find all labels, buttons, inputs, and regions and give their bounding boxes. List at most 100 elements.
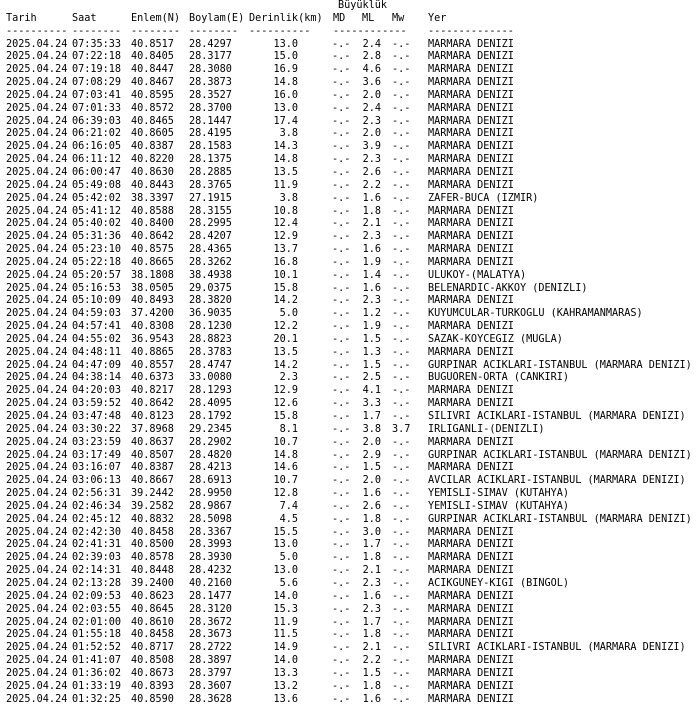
longitude-cell: 28.8823 [189,333,232,345]
md-magnitude-cell: -.- [332,192,351,204]
time-cell: 01:36:02 [72,667,122,679]
time-cell: 06:39:03 [72,115,122,127]
time-cell: 06:16:05 [72,141,122,153]
md-magnitude-cell: -.- [332,398,351,410]
depth-cell: 11.9 [273,616,298,628]
md-magnitude-cell: -.- [332,526,351,538]
longitude-cell: 28.3672 [189,616,232,628]
ml-magnitude-cell: 2.1 [362,218,381,230]
depth-cell: 14.3 [273,141,298,153]
latitude-cell: 40.8623 [131,590,174,602]
longitude-cell: 28.3700 [189,102,232,114]
table-row: 2025.04.24 05:31:36 40.8642 28.4207 12.9 -.- 2… [6,231,514,244]
mw-magnitude-cell: -.- [392,102,411,114]
date-cell: 2025.04.24 [6,295,68,307]
location-cell: MARMARA DENIZI [428,565,514,577]
mw-magnitude-cell: -.- [392,179,411,191]
latitude-cell: 40.8595 [131,89,174,101]
ml-magnitude-cell: 1.6 [362,590,381,602]
time-cell: 03:47:48 [72,411,122,422]
latitude-cell: 40.8508 [131,655,174,667]
ml-magnitude-cell: 1.5 [362,333,381,345]
time-cell: 07:35:33 [72,38,122,50]
location-column-header: Yer [428,12,447,24]
table-row: 2025.04.24 07:22:18 40.8405 28.3177 15.0 -.- 2… [6,51,514,64]
location-cell: GURPINAR ACIKLARI-ISTANBUL (MARMARA DENI… [428,513,692,525]
latitude-cell: 40.8467 [131,77,174,89]
date-cell: 2025.04.24 [6,411,68,422]
ml-magnitude-cell: 2.1 [362,565,381,577]
date-cell: 2025.04.24 [6,539,68,551]
time-cell: 04:59:03 [72,308,122,320]
table-row: 2025.04.24 07:01:33 40.8572 28.3700 13.0 -.- 2… [6,103,514,116]
table-row: 2025.04.24 03:16:07 40.8387 28.4213 14.6 -.- 1… [6,462,514,475]
ml-column-header: ML [362,12,375,24]
ml-magnitude-cell: 1.5 [362,359,381,371]
location-cell: MARMARA DENIZI [428,603,514,615]
latitude-cell: 40.8387 [131,462,174,474]
date-cell: 2025.04.24 [6,269,68,281]
depth-cell: 2.3 [279,372,298,384]
latitude-cell: 40.8507 [131,449,174,461]
latitude-cell: 40.8588 [131,205,174,217]
time-cell: 02:14:31 [72,565,122,577]
ml-magnitude-cell: 2.0 [362,128,381,140]
time-cell: 04:55:02 [72,333,122,345]
md-magnitude-cell: -.- [332,231,351,243]
mw-magnitude-cell: -.- [392,231,411,243]
location-cell: SILIVRI ACIKLARI-ISTANBUL (MARMARA DENIZ… [428,642,686,654]
depth-cell: 12.8 [273,488,298,500]
location-cell: MARMARA DENIZI [428,128,514,140]
date-cell: 2025.04.24 [6,192,68,204]
latitude-cell: 40.8642 [131,231,174,243]
longitude-separator: -------- [189,25,239,37]
table-row: 2025.04.24 03:59:52 40.8642 28.4095 12.6 -.- 3… [6,398,514,411]
mw-magnitude-cell: -.- [392,603,411,615]
ml-magnitude-cell: 1.6 [362,282,381,294]
date-cell: 2025.04.24 [6,89,68,101]
latitude-cell: 40.8500 [131,539,174,551]
md-magnitude-cell: -.- [332,629,351,641]
longitude-cell: 40.2160 [189,577,232,589]
ml-magnitude-cell: 1.9 [362,321,381,333]
ml-magnitude-cell: 2.6 [362,500,381,512]
ml-magnitude-cell: 1.5 [362,667,381,679]
longitude-cell: 28.1792 [189,411,232,422]
time-cell: 02:03:55 [72,603,122,615]
earthquake-rows: 2025.04.24 07:35:33 40.8517 28.4297 13.0 -.- 2… [6,39,692,706]
longitude-cell: 28.1375 [189,154,232,166]
ml-magnitude-cell: 4.6 [362,64,381,76]
md-magnitude-cell: -.- [332,642,351,654]
depth-cell: 3.8 [279,128,298,140]
date-cell: 2025.04.24 [6,655,68,667]
date-cell: 2025.04.24 [6,141,68,153]
depth-cell: 14.8 [273,77,298,89]
ml-magnitude-cell: 2.3 [362,115,381,127]
time-cell: 01:55:18 [72,629,122,641]
date-cell: 2025.04.24 [6,282,68,294]
latitude-cell: 40.8673 [131,667,174,679]
time-cell: 04:20:03 [72,385,122,397]
table-row: 2025.04.24 05:16:53 38.0505 29.0375 15.8 -.- 1… [6,283,587,296]
longitude-cell: 28.4820 [189,449,232,461]
mw-magnitude-cell: -.- [392,308,411,320]
location-cell: MARMARA DENIZI [428,244,514,256]
depth-separator: ---------- [249,25,311,37]
md-magnitude-cell: -.- [332,64,351,76]
time-cell: 03:17:49 [72,449,122,461]
date-cell: 2025.04.24 [6,333,68,345]
md-magnitude-cell: -.- [332,141,351,153]
location-cell: MARMARA DENIZI [428,51,514,63]
md-magnitude-cell: -.- [332,295,351,307]
longitude-cell: 28.3177 [189,51,232,63]
date-cell: 2025.04.24 [6,244,68,256]
md-magnitude-cell: -.- [332,308,351,320]
longitude-cell: 28.1293 [189,385,232,397]
md-magnitude-cell: -.- [332,655,351,667]
latitude-cell: 39.2582 [131,500,174,512]
longitude-cell: 28.1447 [189,115,232,127]
table-row: 2025.04.24 05:10:09 40.8493 28.3820 14.2 -.- 2… [6,295,514,308]
mw-magnitude-cell: -.- [392,205,411,217]
mw-magnitude-cell: -.- [392,64,411,76]
longitude-cell: 28.3993 [189,539,232,551]
